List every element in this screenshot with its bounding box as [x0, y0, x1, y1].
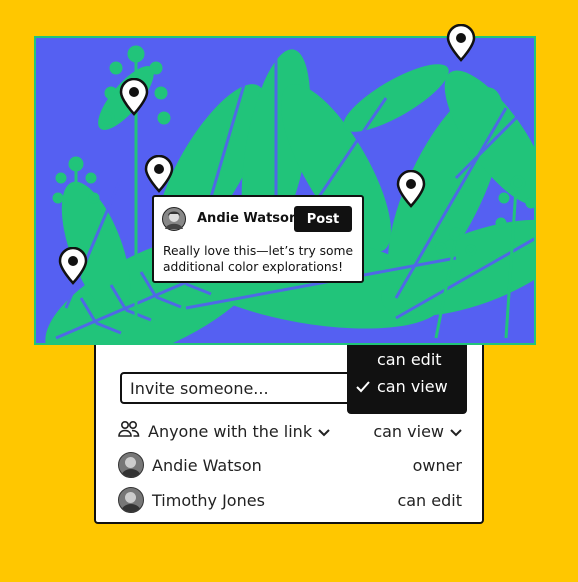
person-role: can edit [397, 490, 462, 510]
menu-item-can-view[interactable]: can view [377, 375, 448, 399]
chevron-down-icon [450, 422, 462, 441]
person-row: Andie Watson owner [118, 452, 462, 478]
menu-item-label: can edit [377, 350, 442, 369]
link-access-dropdown[interactable]: Anyone with the link [148, 422, 330, 441]
invite-input[interactable] [120, 372, 368, 404]
location-pin-icon[interactable] [119, 78, 149, 116]
person-row: Timothy Jones can edit [118, 487, 462, 513]
comment-author: Andie Watson [197, 211, 299, 226]
avatar [118, 452, 144, 478]
check-icon [355, 379, 371, 398]
link-permission-dropdown[interactable]: can view [373, 422, 462, 441]
post-button[interactable]: Post [294, 206, 352, 232]
permission-menu: can edit can view [347, 338, 467, 414]
location-pin-icon[interactable] [396, 170, 426, 208]
comment-text: Really love this—let’s try some addition… [163, 244, 354, 274]
foliage-illustration [45, 45, 534, 343]
menu-item-can-edit[interactable]: can edit [377, 348, 442, 372]
avatar [162, 207, 186, 231]
avatar [118, 487, 144, 513]
person-name: Andie Watson [152, 455, 262, 475]
link-access-row: Anyone with the link can view [118, 418, 462, 444]
link-permission-label: can view [373, 421, 444, 441]
people-icon [118, 420, 140, 442]
menu-item-label: can view [377, 377, 448, 396]
person-name: Timothy Jones [152, 490, 265, 510]
person-role-dropdown[interactable]: can edit [397, 491, 462, 510]
location-pin-icon[interactable] [58, 247, 88, 285]
person-role: owner [412, 455, 462, 475]
comment-card: Andie Watson Post Really love this—let’s… [152, 195, 364, 283]
design-canvas[interactable] [34, 36, 536, 345]
location-pin-icon[interactable] [446, 24, 476, 62]
link-access-label: Anyone with the link [148, 421, 313, 441]
location-pin-icon[interactable] [144, 155, 174, 193]
chevron-down-icon [318, 422, 330, 441]
